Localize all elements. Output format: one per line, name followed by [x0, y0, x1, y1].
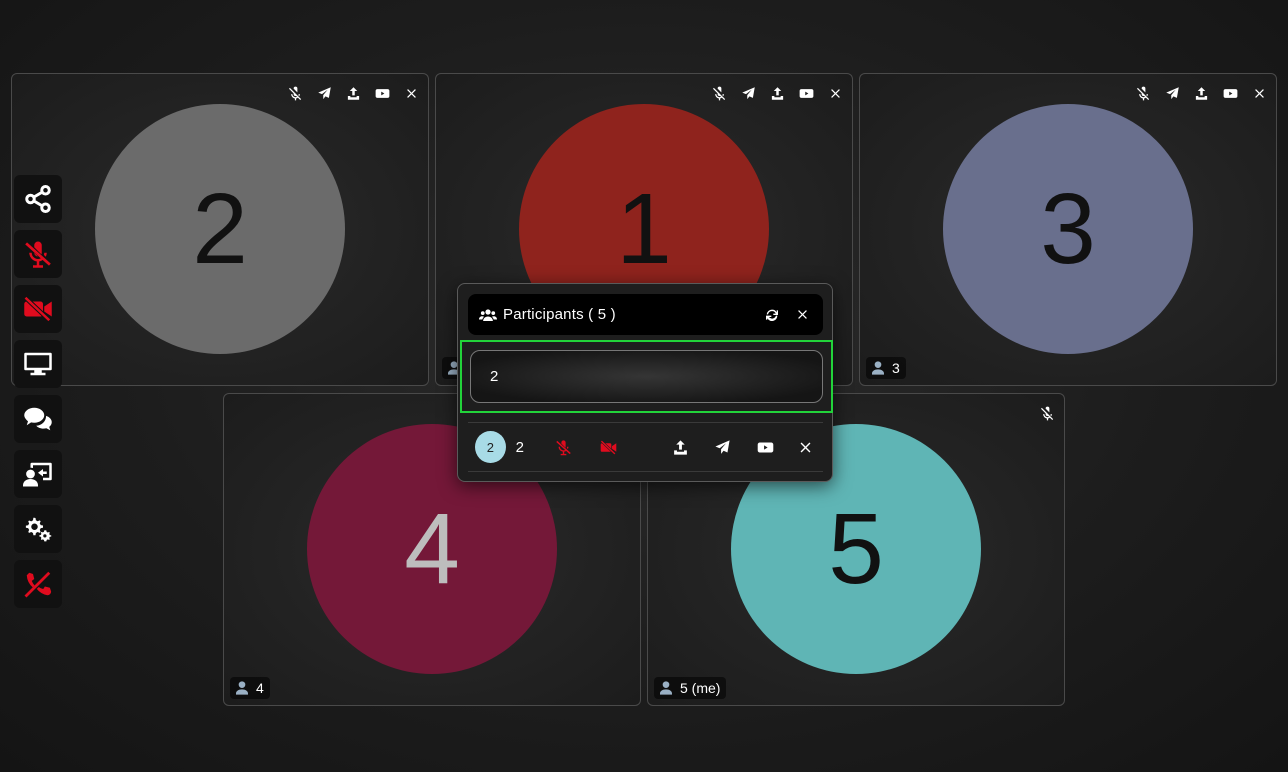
participant-name: 5 (me)	[680, 680, 721, 696]
tile-toolbar	[1039, 404, 1056, 422]
youtube-icon	[757, 442, 774, 452]
youtube-icon[interactable]	[1222, 85, 1239, 102]
participant-name: 4	[256, 680, 264, 696]
close-icon	[797, 310, 807, 319]
sidebar-toolbar	[14, 175, 62, 608]
youtube-icon[interactable]	[374, 85, 391, 102]
close-icon[interactable]	[827, 85, 844, 102]
user-icon	[660, 681, 672, 695]
close-panel-button[interactable]	[793, 306, 811, 324]
user-icon	[872, 361, 884, 375]
mute-participant-button[interactable]	[553, 436, 574, 458]
participant-list-name: 2	[515, 438, 524, 456]
send-icon[interactable]	[740, 85, 757, 102]
video-off-icon	[600, 439, 617, 455]
mic-mute-icon[interactable]	[711, 85, 728, 102]
participant-name-badge: 3	[866, 357, 906, 379]
upload-icon[interactable]	[1193, 85, 1210, 102]
participant-list-item: 2 2	[468, 422, 823, 472]
mic-mute-icon[interactable]	[1135, 85, 1152, 102]
refresh-icon	[766, 309, 778, 321]
participants-icon	[23, 462, 52, 487]
video-off-icon	[23, 296, 52, 322]
participants-panel-header: Participants ( 5 )	[468, 294, 823, 335]
video-tile: 2 2	[11, 73, 429, 386]
participant-avatar: 2	[95, 104, 345, 354]
mic-off-icon	[25, 241, 51, 268]
screen-share-icon	[24, 352, 52, 376]
user-icon	[236, 681, 248, 695]
upload-icon	[673, 439, 687, 455]
participant-name: 3	[892, 360, 900, 376]
participant-list-avatar: 2	[475, 431, 506, 463]
close-icon	[800, 442, 811, 452]
send-icon[interactable]	[316, 85, 333, 102]
mic-toggle-button[interactable]	[14, 230, 62, 278]
participant-name-badge: 5 (me)	[654, 677, 727, 699]
eject-participant-button[interactable]	[795, 436, 816, 458]
participant-avatar: 3	[943, 104, 1193, 354]
share-icon	[25, 185, 51, 213]
send-message-button[interactable]	[712, 436, 733, 458]
send-icon	[715, 439, 730, 454]
video-tile: 3 3	[859, 73, 1277, 386]
video-toggle-button[interactable]	[14, 285, 62, 333]
settings-button[interactable]	[14, 505, 62, 553]
tile-toolbar	[1135, 84, 1268, 102]
participant-search-input[interactable]	[470, 350, 823, 403]
mic-off-icon	[555, 439, 571, 455]
close-icon[interactable]	[1251, 85, 1268, 102]
tile-toolbar	[287, 84, 420, 102]
youtube-icon[interactable]	[798, 85, 815, 102]
mic-mute-icon[interactable]	[1039, 405, 1056, 422]
participant-name-badge: 4	[230, 677, 270, 699]
screen-share-button[interactable]	[14, 340, 62, 388]
participants-button[interactable]	[14, 450, 62, 498]
share-video-button[interactable]	[755, 436, 776, 458]
send-icon[interactable]	[1164, 85, 1181, 102]
stop-participant-video-button[interactable]	[598, 436, 619, 458]
hang-up-icon	[24, 571, 52, 598]
close-icon[interactable]	[403, 85, 420, 102]
chat-button[interactable]	[14, 395, 62, 443]
conference-stage: 2 2 1 1 3	[0, 0, 1288, 772]
hang-up-button[interactable]	[14, 560, 62, 608]
search-highlight	[460, 340, 833, 413]
upload-icon[interactable]	[345, 85, 362, 102]
users-icon	[479, 308, 497, 321]
participants-panel: Participants ( 5 ) 2 2	[457, 283, 833, 482]
chat-icon	[24, 407, 52, 431]
upload-icon[interactable]	[769, 85, 786, 102]
send-file-button[interactable]	[670, 436, 691, 458]
participants-panel-title: Participants ( 5 )	[503, 306, 616, 323]
refresh-button[interactable]	[763, 306, 781, 324]
mic-mute-icon[interactable]	[287, 85, 304, 102]
share-button[interactable]	[14, 175, 62, 223]
tile-toolbar	[711, 84, 844, 102]
settings-icon	[25, 517, 52, 542]
